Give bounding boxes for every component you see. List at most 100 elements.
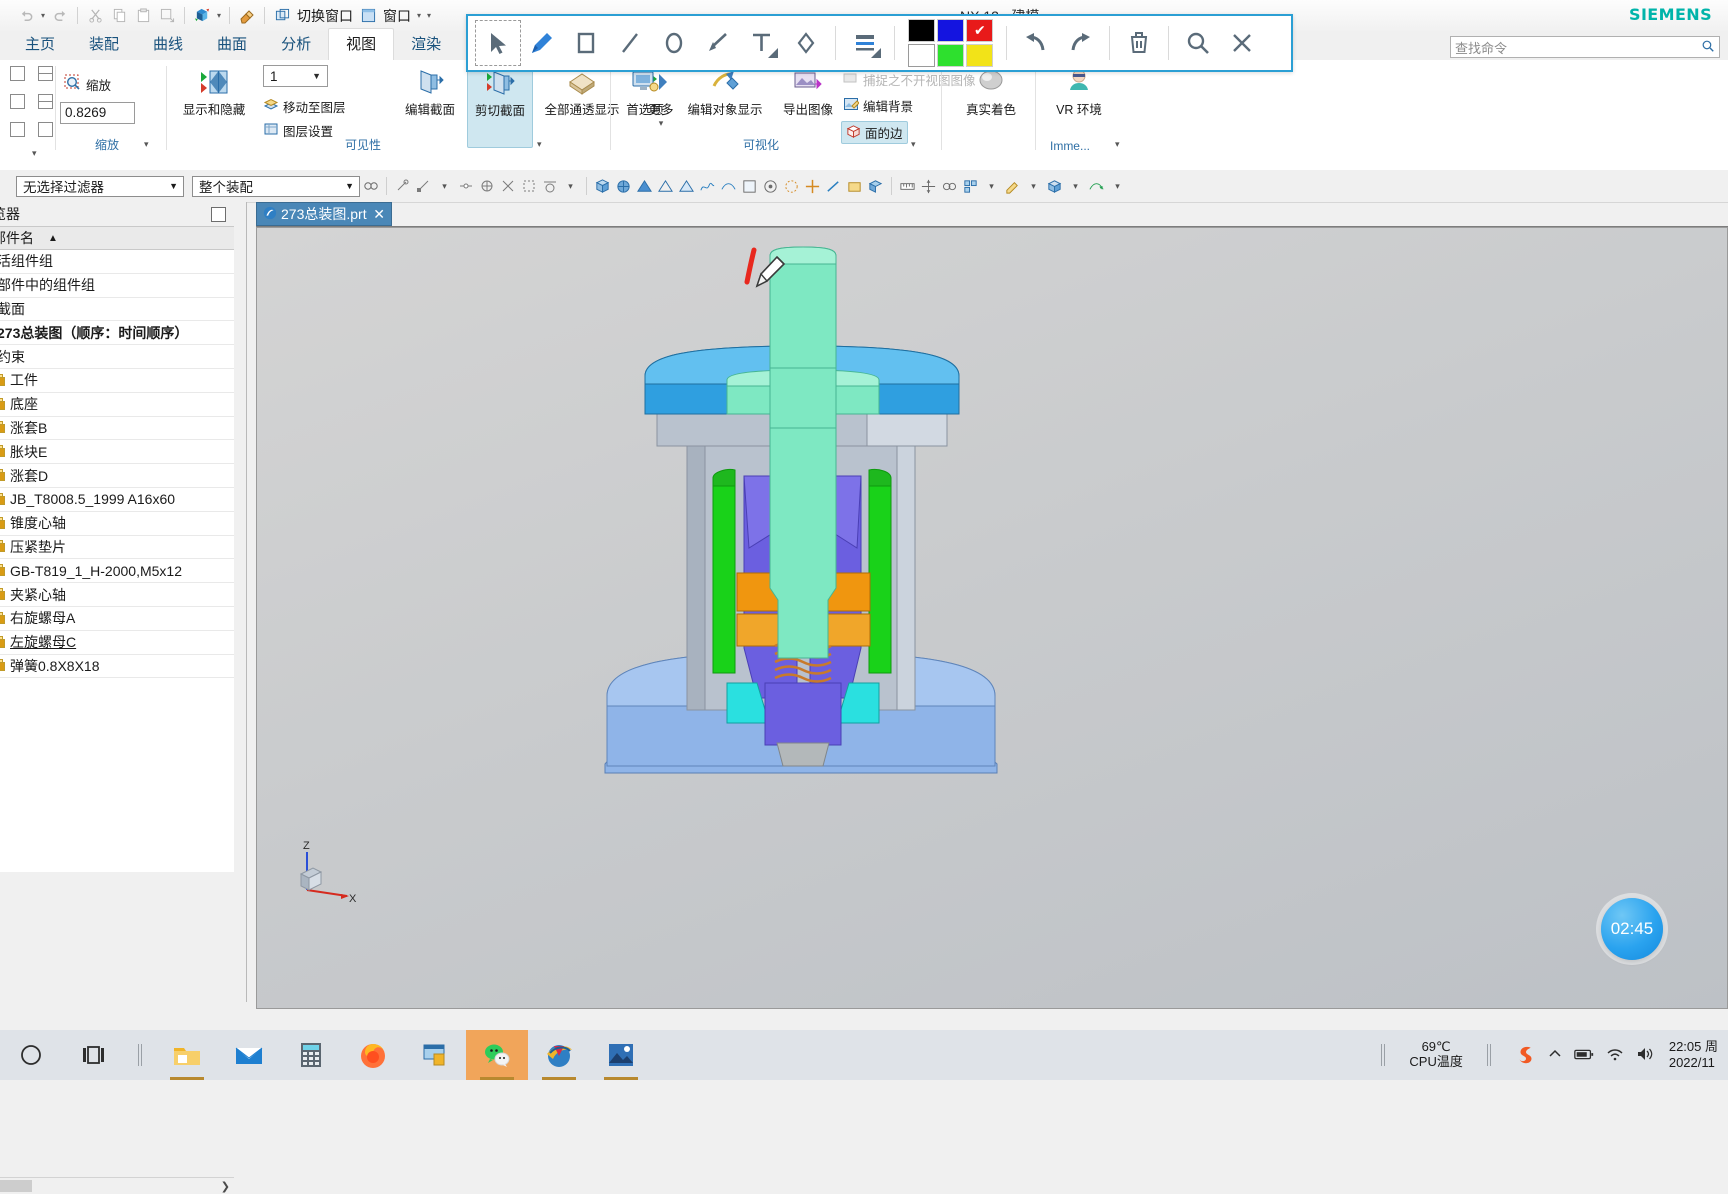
motion-icon[interactable] — [1086, 176, 1107, 197]
arrow-tool[interactable] — [696, 21, 740, 65]
paste-icon[interactable] — [133, 6, 153, 26]
tree-row[interactable]: 部件中的组件组 — [0, 274, 234, 298]
tab-render[interactable]: 渲染 — [394, 29, 458, 60]
view-layout-two-icon[interactable] — [38, 66, 53, 81]
tree-row[interactable]: 弹簧0.8X8X18 — [0, 655, 234, 679]
annotation-toolbar[interactable]: ✔ — [466, 14, 1293, 72]
cursor-tool[interactable] — [475, 20, 521, 66]
select-general-icon[interactable] — [360, 176, 381, 197]
color-red[interactable]: ✔ — [966, 19, 993, 42]
eraser-tool[interactable] — [784, 21, 828, 65]
view-front-icon[interactable] — [739, 176, 760, 197]
search-icon[interactable] — [1701, 39, 1715, 56]
snap-dropdown-icon[interactable]: ▾ — [434, 176, 455, 197]
layout-group-dropdown[interactable]: ▾ — [32, 148, 37, 159]
work-part-icon[interactable] — [844, 176, 865, 197]
assembly-tree[interactable]: 活组件组 部件中的组件组 截面 273总装图（顺序：时间顺序） 约束 工件 底座 涨套B 胀块E… — [0, 250, 234, 872]
analysis-curve-icon[interactable] — [697, 176, 718, 197]
rectangle-tool[interactable] — [564, 21, 608, 65]
pattern-dropdown-icon[interactable]: ▾ — [981, 176, 1002, 197]
color-green[interactable] — [937, 44, 964, 67]
edit-object-display-button[interactable]: 编辑对象显示 — [677, 66, 773, 118]
true-shading-button[interactable]: 真实着色 — [955, 66, 1027, 118]
tree-row[interactable]: 涨套B — [0, 417, 234, 441]
sogou-input-icon[interactable] — [1515, 1043, 1537, 1068]
tree-column-header[interactable]: 部件名 ▲ — [0, 226, 234, 250]
snap-center-icon[interactable] — [476, 176, 497, 197]
tree-row[interactable]: 夹紧心轴 — [0, 583, 234, 607]
wireframe-icon[interactable] — [592, 176, 613, 197]
color-yellow[interactable] — [966, 44, 993, 67]
zoom-value-input[interactable]: 0.8269 — [60, 102, 135, 124]
undo-dropdown-caret[interactable]: ▾ — [41, 11, 45, 20]
render-style-icon[interactable] — [634, 176, 655, 197]
scroll-right-arrow[interactable]: ❯ — [221, 1180, 230, 1193]
copy-icon[interactable] — [109, 6, 129, 26]
chevron-down-icon[interactable]: ▼ — [169, 181, 178, 191]
edit-background-button[interactable]: 编辑背景 — [843, 96, 913, 115]
solid-dropdown-icon[interactable]: ▾ — [1065, 176, 1086, 197]
close-button[interactable] — [1220, 21, 1264, 65]
switch-window-icon[interactable] — [272, 6, 292, 26]
chevron-down-icon[interactable]: ▼ — [312, 71, 321, 81]
nx-icon[interactable] — [528, 1030, 590, 1080]
color-blue[interactable] — [937, 19, 964, 42]
render-style3-icon[interactable] — [676, 176, 697, 197]
clock-widget[interactable]: 22:05 周 2022/11 — [1665, 1039, 1718, 1072]
tree-row[interactable]: JB_T8008.5_1999 A16x60 — [0, 488, 234, 512]
visibility-group-dropdown[interactable]: ▾ — [537, 139, 542, 150]
text-tool[interactable] — [740, 21, 784, 65]
task-view-icon[interactable] — [62, 1030, 124, 1080]
pattern-icon[interactable] — [960, 176, 981, 197]
orient-view-icon[interactable] — [192, 6, 212, 26]
selection-scope-combo[interactable]: 整个装配 ▼ — [192, 175, 360, 197]
file-explorer-icon[interactable] — [156, 1030, 218, 1080]
show-hide-button[interactable]: 显示和隐藏 — [172, 66, 256, 118]
tab-curve[interactable]: 曲线 — [136, 29, 200, 60]
tab-view[interactable]: 视图 — [328, 28, 395, 61]
wifi-icon[interactable] — [1605, 1046, 1625, 1065]
motion-dropdown-icon[interactable]: ▾ — [1107, 176, 1128, 197]
ellipse-tool[interactable] — [652, 21, 696, 65]
command-search-box[interactable]: 查找命令 — [1450, 36, 1720, 58]
graphics-window[interactable]: Z X 02:45 — [256, 227, 1728, 1009]
move-object-icon[interactable] — [918, 176, 939, 197]
snap-intersection-icon[interactable] — [497, 176, 518, 197]
erase-icon[interactable] — [237, 6, 257, 26]
tab-surface[interactable]: 曲面 — [200, 29, 264, 60]
snap-point-icon[interactable] — [392, 176, 413, 197]
mail-icon[interactable] — [218, 1030, 280, 1080]
cut-icon[interactable] — [85, 6, 105, 26]
chevron-down-icon[interactable]: ▼ — [345, 181, 354, 191]
undo-button[interactable] — [1014, 21, 1058, 65]
orient-dropdown-caret[interactable]: ▾ — [217, 11, 221, 20]
scrollbar-thumb[interactable] — [0, 1180, 32, 1192]
document-tab[interactable]: 273总装图.prt ✕ — [256, 202, 392, 226]
assembly-constraint-icon[interactable] — [939, 176, 960, 197]
tree-row[interactable]: 左旋螺母C — [0, 631, 234, 655]
view-orient-icon[interactable] — [760, 176, 781, 197]
paste-special-icon[interactable] — [157, 6, 177, 26]
tree-row[interactable]: 压紧垫片 — [0, 536, 234, 560]
color-black[interactable] — [908, 19, 935, 42]
sketch-icon[interactable] — [1002, 176, 1023, 197]
view-layout-five-icon[interactable] — [10, 122, 25, 137]
solid-body-icon[interactable] — [1044, 176, 1065, 197]
view-iso-icon[interactable] — [781, 176, 802, 197]
tree-row[interactable]: 273总装图（顺序：时间顺序） — [0, 321, 234, 346]
snap-endpoint-icon[interactable] — [413, 176, 434, 197]
tab-analysis[interactable]: 分析 — [264, 29, 328, 60]
tree-row[interactable]: GB-T819_1_H-2000,M5x12 — [0, 559, 234, 584]
qat-overflow-caret[interactable]: ▾ — [427, 11, 431, 20]
tree-row[interactable]: 截面 — [0, 298, 234, 322]
volume-icon[interactable] — [1635, 1045, 1655, 1066]
snap-dropdown2-icon[interactable]: ▾ — [560, 176, 581, 197]
tab-assembly[interactable]: 装配 — [72, 29, 136, 60]
screen-recorder-timer[interactable]: 02:45 — [1601, 898, 1663, 960]
view-layout-three-icon[interactable] — [10, 94, 25, 109]
snap-midpoint-icon[interactable] — [455, 176, 476, 197]
view-layout-six-icon[interactable] — [38, 122, 53, 137]
render-style2-icon[interactable] — [655, 176, 676, 197]
line-width-tool[interactable] — [843, 21, 887, 65]
tree-row[interactable]: 约束 — [0, 345, 234, 369]
